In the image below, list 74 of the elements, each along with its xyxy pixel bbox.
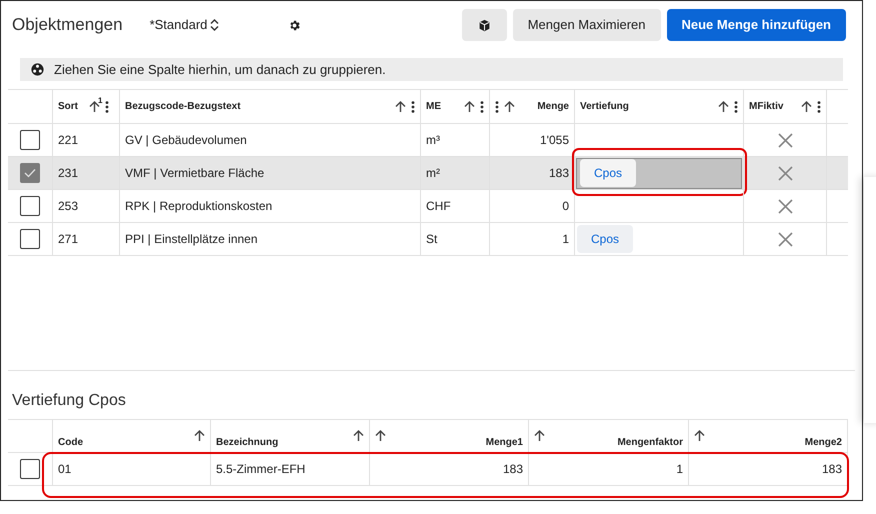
gear-icon[interactable] — [288, 18, 302, 32]
table-row[interactable]: 221 GV | Gebäudevolumen m³ 1'055 — [8, 124, 848, 157]
group-hint: Ziehen Sie eine Spalte hierhin, um danach zu gruppieren. — [54, 60, 386, 79]
add-button[interactable]: Neue Menge hinzufügen — [666, 9, 846, 41]
film-reel-icon — [31, 63, 44, 76]
row-checkbox[interactable] — [20, 130, 40, 150]
table-cell-text: St — [426, 231, 438, 248]
kebab-menu-icon[interactable] — [817, 100, 821, 112]
table-cell-text: 0 — [562, 198, 569, 215]
cpos-button[interactable]: Cpos — [580, 159, 636, 187]
kebab-menu-icon[interactable] — [411, 100, 415, 112]
column-header[interactable]: Bezeichnung — [211, 420, 370, 452]
sort-arrow-icon[interactable] — [534, 430, 545, 442]
table-cell-text: GV | Gebäudevolumen — [125, 132, 247, 149]
kebab-menu-icon[interactable] — [480, 100, 484, 112]
column-header[interactable]: MFiktiv — [744, 90, 827, 123]
table-cell-text: 253 — [58, 198, 78, 215]
sort-arrow-icon[interactable] — [504, 100, 515, 112]
column-header[interactable]: Code — [53, 420, 211, 452]
column-header[interactable]: Bezugscode-Bezugstext — [120, 90, 421, 123]
kebab-menu-icon[interactable] — [495, 100, 499, 112]
row-checkbox[interactable] — [20, 459, 40, 479]
active-cell-field[interactable]: Cpos — [576, 158, 742, 188]
column-header[interactable]: Menge2 — [689, 420, 848, 452]
sort-order-number: 1 — [98, 94, 102, 106]
sort-arrow-icon[interactable] — [375, 430, 386, 442]
kebab-menu-icon[interactable] — [105, 100, 109, 112]
column-header[interactable]: Mengenfaktor — [529, 420, 689, 452]
cube-icon — [478, 18, 491, 32]
column-header[interactable]: Vertiefung — [575, 90, 744, 123]
table-row[interactable]: 253 RPK | Reproduktionskosten CHF 0 — [8, 190, 848, 223]
sort-arrow-icon[interactable] — [395, 100, 406, 112]
table-cell-text: 221 — [58, 132, 78, 149]
sort-arrow-icon[interactable] — [353, 430, 364, 442]
row-checkbox[interactable] — [20, 196, 40, 216]
table-row[interactable]: 231 VMF | Vermietbare Fläche m² 183 Cpos — [8, 157, 848, 190]
column-header[interactable]: Menge1 — [370, 420, 529, 452]
table-cell-text: 271 — [58, 231, 78, 248]
table-cell-text: RPK | Reproduktionskosten — [125, 198, 272, 215]
kebab-menu-icon[interactable] — [734, 100, 738, 112]
table-cell-text: 1 — [562, 231, 569, 248]
table-cell-text: m² — [426, 165, 440, 182]
table-cell-text: 183 — [502, 461, 523, 478]
sort-arrow-icon[interactable] — [801, 100, 812, 112]
cpos-button[interactable]: Cpos — [577, 225, 634, 253]
table-cell-text: 1 — [676, 461, 683, 478]
table-cell-text: 231 — [58, 165, 78, 182]
table-cell-text: 1'055 — [540, 132, 569, 149]
group-bar[interactable]: Ziehen Sie eine Spalte hierhin, um danach zu gruppieren. — [20, 58, 843, 81]
table-cell-text: CHF — [426, 198, 451, 215]
page-title: Objektmengen — [12, 14, 123, 36]
table-row[interactable]: 271 PPI | Einstellplätze innen St 1 Cpos — [8, 223, 848, 256]
sort-arrow-icon[interactable] — [194, 430, 205, 442]
view-selector[interactable]: *Standard — [150, 15, 220, 35]
sort-arrow-icon[interactable] — [718, 100, 729, 112]
column-header[interactable]: ME — [421, 90, 490, 123]
box-button[interactable] — [462, 9, 507, 41]
column-header[interactable]: Sort 1 — [53, 90, 120, 123]
row-checkbox[interactable] — [20, 229, 40, 249]
table-cell-text: 183 — [548, 165, 569, 182]
table-cell-text: 01 — [58, 461, 72, 478]
table-cell-text: PPI | Einstellplätze innen — [125, 231, 258, 248]
row-checkbox[interactable] — [20, 163, 40, 183]
section-title: Vertiefung Cpos — [11, 391, 127, 411]
sort-arrow-icon[interactable] — [464, 100, 475, 112]
column-header[interactable]: Menge — [490, 90, 575, 123]
table-cell-text: 183 — [822, 461, 842, 478]
table-cell-text: m³ — [426, 132, 440, 149]
sort-arrow-icon[interactable] — [694, 430, 705, 442]
maximize-button[interactable]: Mengen Maximieren — [512, 9, 660, 41]
table-cell-text: 5.5-Zimmer-EFH — [216, 461, 306, 478]
updown-chevron-icon — [210, 19, 220, 31]
checkmark-icon — [24, 168, 36, 178]
table-cell-text: VMF | Vermietbare Fläche — [125, 165, 264, 182]
